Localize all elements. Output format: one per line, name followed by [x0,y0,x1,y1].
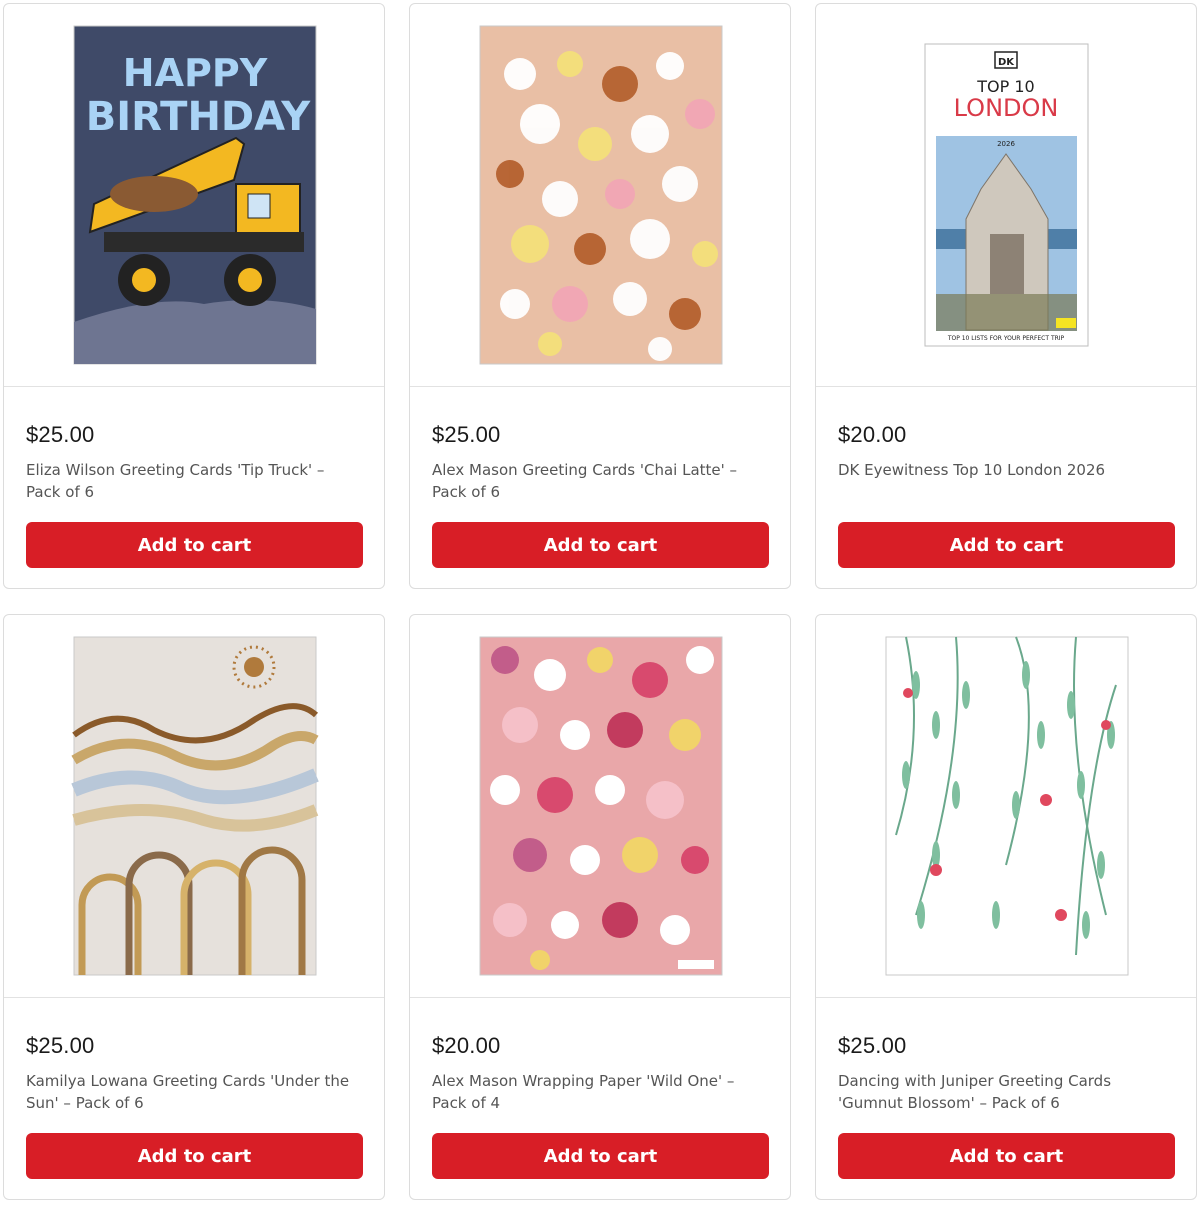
svg-text:2026: 2026 [997,140,1015,148]
product-price: $20.00 [838,422,907,447]
product-card[interactable]: DK TOP 10 LONDON 2026 TOP 10 LISTS FOR Y… [815,3,1197,589]
wildflower-wrapping-paper-icon [479,636,723,976]
add-to-cart-button[interactable]: Add to cart [26,522,363,568]
product-price: $25.00 [432,422,501,447]
svg-text:TOP 10 LISTS FOR YOUR PERFECT: TOP 10 LISTS FOR YOUR PERFECT TRIP [947,335,1065,342]
product-card[interactable]: $25.00 Alex Mason Greeting Cards 'Chai L… [409,3,791,589]
product-image[interactable] [410,4,790,387]
book-cover-icon: DK TOP 10 LONDON 2026 TOP 10 LISTS FOR Y… [924,43,1089,347]
svg-text:HAPPY: HAPPY [123,51,268,95]
svg-text:BIRTHDAY: BIRTHDAY [86,94,311,140]
add-to-cart-button[interactable]: Add to cart [838,522,1175,568]
aboriginal-art-card-icon [71,636,319,976]
product-card[interactable]: $25.00 Kamilya Lowana Greeting Cards 'Un… [3,614,385,1200]
product-title[interactable]: Eliza Wilson Greeting Cards 'Tip Truck' … [26,459,356,503]
add-to-cart-button[interactable]: Add to cart [432,1133,769,1179]
product-grid: HAPPY BIRTHDAY $25.00 Eliza Wilson Greet… [0,0,1200,1205]
product-image[interactable] [816,615,1196,998]
product-price: $25.00 [26,422,95,447]
birthday-truck-card-icon: HAPPY BIRTHDAY [73,25,317,365]
product-image[interactable] [4,615,384,998]
add-to-cart-button[interactable]: Add to cart [432,522,769,568]
product-title[interactable]: Kamilya Lowana Greeting Cards 'Under the… [26,1070,356,1114]
product-card[interactable]: $20.00 Alex Mason Wrapping Paper 'Wild O… [409,614,791,1200]
add-to-cart-button[interactable]: Add to cart [26,1133,363,1179]
product-image[interactable]: DK TOP 10 LONDON 2026 TOP 10 LISTS FOR Y… [816,4,1196,387]
product-price: $25.00 [26,1033,95,1058]
product-card[interactable]: $25.00 Dancing with Juniper Greeting Car… [815,614,1197,1200]
product-card[interactable]: HAPPY BIRTHDAY $25.00 Eliza Wilson Greet… [3,3,385,589]
product-price: $25.00 [838,1033,907,1058]
gumnut-leaves-card-icon [885,636,1129,976]
product-image[interactable] [410,615,790,998]
product-title[interactable]: DK Eyewitness Top 10 London 2026 [838,459,1168,481]
svg-text:DK: DK [998,57,1015,68]
product-price: $20.00 [432,1033,501,1058]
floral-card-icon [479,25,723,365]
product-title[interactable]: Alex Mason Greeting Cards 'Chai Latte' –… [432,459,762,503]
product-title[interactable]: Alex Mason Wrapping Paper 'Wild One' – P… [432,1070,762,1114]
product-title[interactable]: Dancing with Juniper Greeting Cards 'Gum… [838,1070,1168,1114]
add-to-cart-button[interactable]: Add to cart [838,1133,1175,1179]
product-image[interactable]: HAPPY BIRTHDAY [4,4,384,387]
svg-text:LONDON: LONDON [954,94,1059,122]
